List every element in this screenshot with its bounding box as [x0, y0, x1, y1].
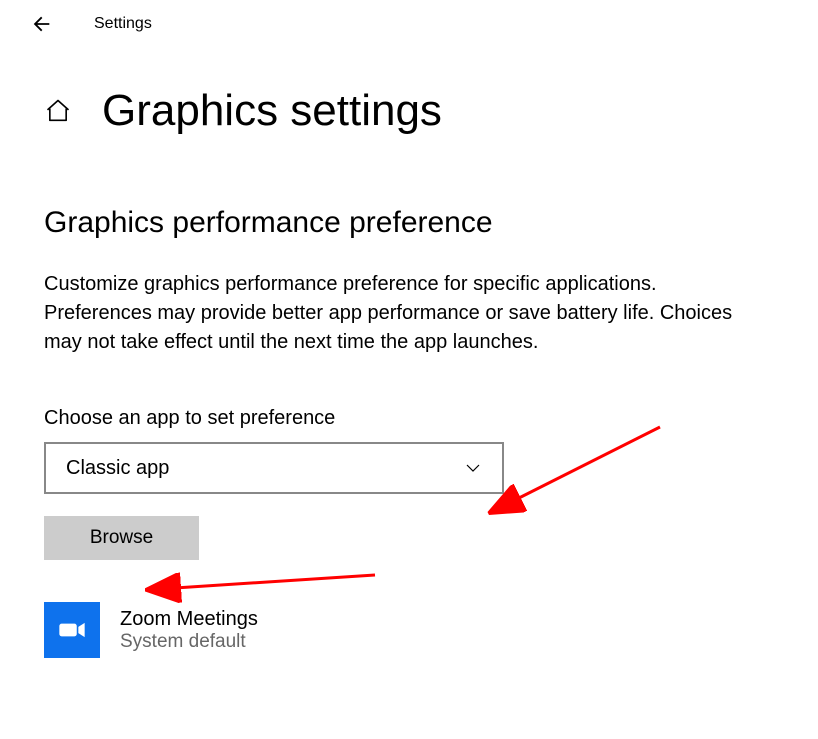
chevron-down-icon [464, 459, 482, 477]
browse-button[interactable]: Browse [44, 516, 199, 560]
section-description: Customize graphics performance preferenc… [44, 270, 764, 357]
arrow-left-icon [31, 13, 53, 35]
app-subtext: System default [120, 631, 258, 653]
section-heading: Graphics performance preference [44, 206, 774, 240]
back-button[interactable] [30, 12, 54, 36]
app-name: Zoom Meetings [120, 608, 258, 631]
page-title: Graphics settings [102, 86, 442, 136]
zoom-icon [44, 602, 100, 658]
app-list-item[interactable]: Zoom Meetings System default [44, 602, 774, 658]
app-type-dropdown[interactable]: Classic app [44, 442, 504, 494]
home-icon[interactable] [44, 97, 72, 125]
choose-app-label: Choose an app to set preference [44, 407, 774, 430]
header-settings-label: Settings [94, 15, 152, 33]
dropdown-value: Classic app [66, 457, 169, 480]
